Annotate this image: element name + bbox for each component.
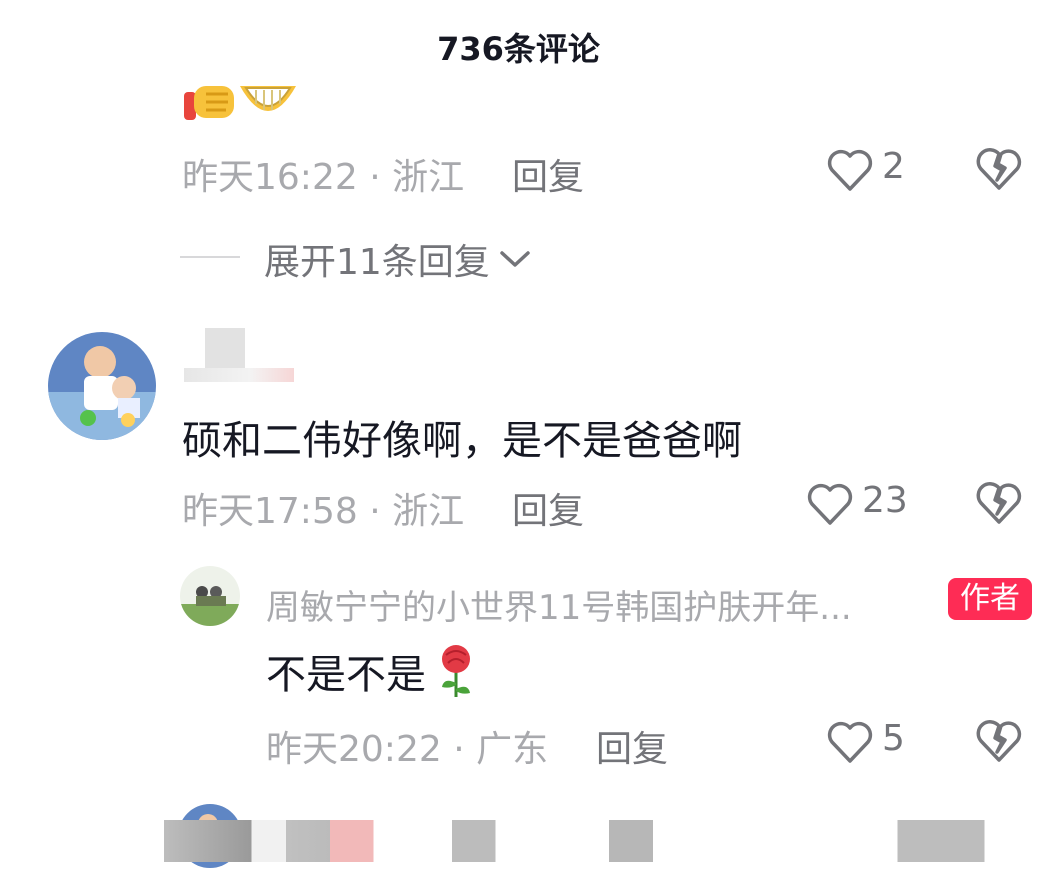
grin-emoji-icon	[238, 86, 298, 122]
expand-replies-button[interactable]: 展开11条回复	[264, 236, 532, 283]
dislike-button[interactable]	[975, 146, 1023, 192]
redacted-username-residue	[184, 368, 294, 382]
expand-replies-label: 展开11条回复	[264, 242, 490, 283]
heart-icon	[827, 149, 873, 191]
reply-text-row: 不是不是	[266, 642, 476, 700]
heart-icon	[827, 721, 873, 763]
comment-text: 硕和二伟好像啊，是不是爸爸啊	[182, 418, 742, 464]
redaction-strip	[164, 820, 1037, 862]
reply-button[interactable]: 回复	[512, 482, 584, 534]
comments-title: 736条评论	[437, 30, 600, 68]
like-count: 23	[862, 480, 908, 521]
reply-button[interactable]: 回复	[596, 720, 668, 772]
like-button[interactable]: 2	[826, 146, 910, 194]
broken-heart-icon	[976, 148, 1022, 190]
dislike-button[interactable]	[975, 480, 1023, 526]
thumbs-up-emoji-icon	[184, 86, 234, 120]
chevron-down-icon	[500, 251, 530, 267]
author-avatar[interactable]	[180, 566, 240, 626]
like-button[interactable]: 23	[806, 480, 916, 528]
like-count: 5	[882, 718, 905, 759]
reply-button[interactable]: 回复	[512, 148, 584, 200]
comment-meta: 昨天16:22 · 浙江	[182, 157, 465, 198]
avatar[interactable]	[48, 332, 156, 440]
dislike-button[interactable]	[975, 718, 1023, 764]
redacted-username	[205, 328, 245, 368]
broken-heart-icon	[976, 482, 1022, 524]
broken-heart-icon	[976, 720, 1022, 762]
author-name[interactable]: 周敏宁宁的小世界11号韩国护肤开年...	[266, 580, 852, 629]
heart-icon	[807, 483, 853, 525]
rose-emoji-icon	[442, 645, 470, 697]
author-badge: 作者	[948, 578, 1032, 620]
comment-meta: 昨天17:58 · 浙江	[182, 491, 465, 532]
reply-meta: 昨天20:22 · 广东	[266, 729, 549, 770]
like-count: 2	[882, 146, 905, 187]
expand-divider	[180, 256, 240, 258]
reply-text: 不是不是	[266, 652, 426, 698]
like-button[interactable]: 5	[826, 718, 910, 766]
